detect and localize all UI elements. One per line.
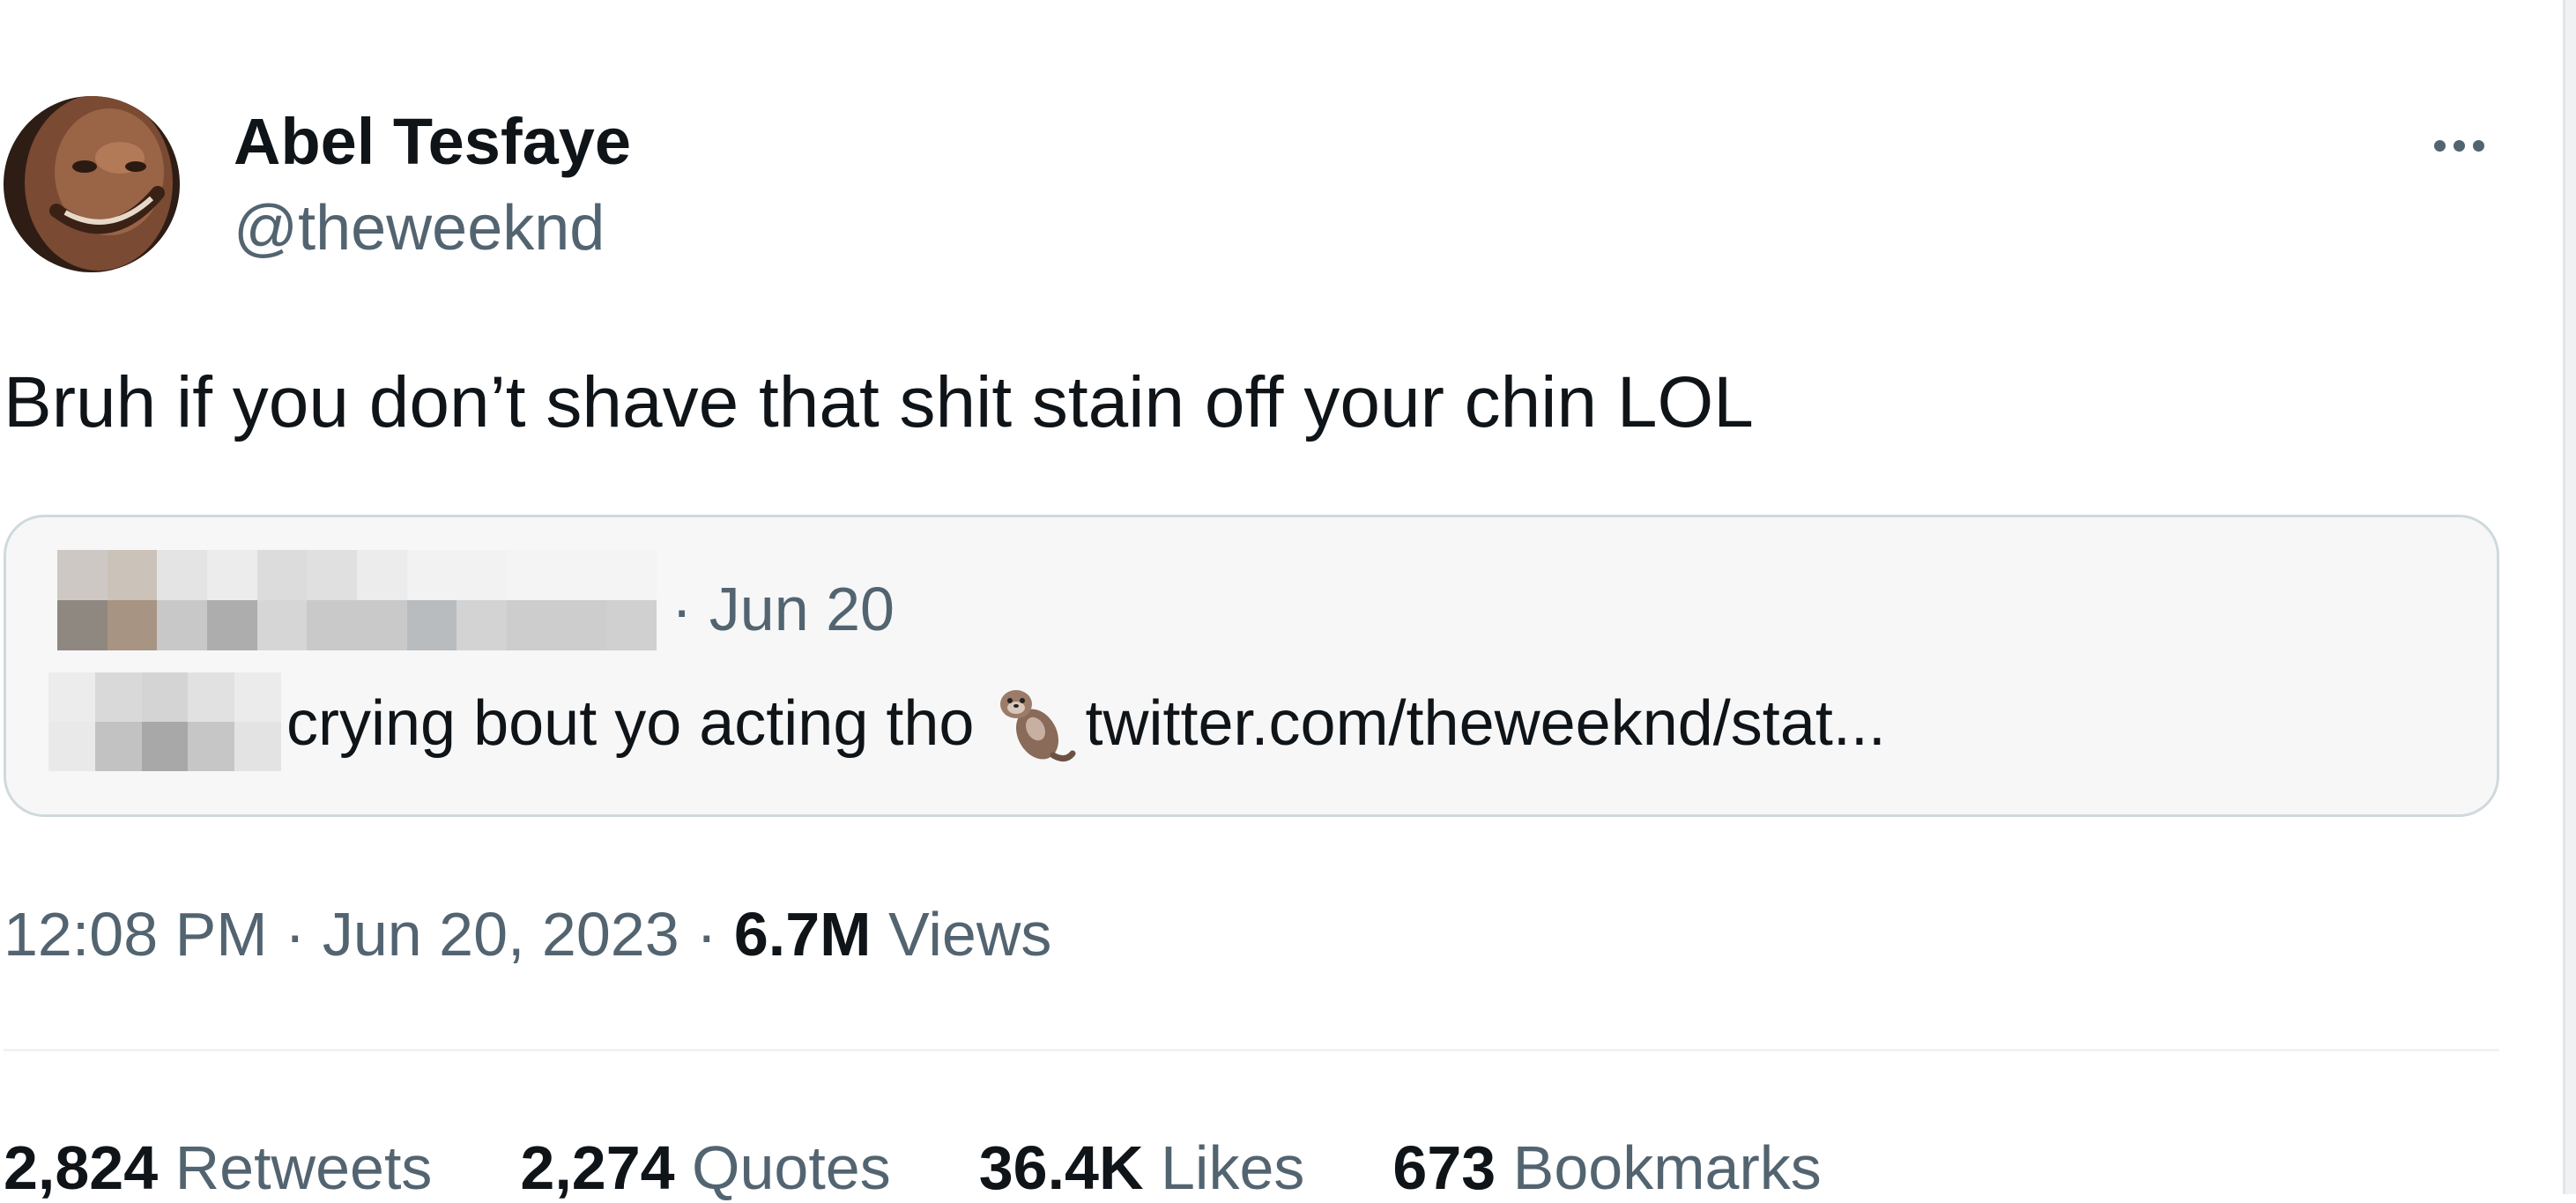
author-handle[interactable]: @theweeknd [234,192,605,264]
redacted-mention [48,672,281,771]
quoted-tweet-body: crying bout yo acting tho [286,688,975,759]
views-count: 6.7M [733,900,872,969]
divider [4,1049,2499,1051]
more-options-button[interactable] [2419,115,2498,176]
retweets-count: 2,824 [4,1133,159,1202]
quoted-tweet-link[interactable]: twitter.com/theweeknd/stat... [1085,687,1885,760]
quoted-tweet-date[interactable]: · Jun 20 [672,574,895,644]
stat-likes[interactable]: 36.4K Likes [979,1132,1305,1203]
avatar[interactable] [4,96,180,272]
stat-bookmarks[interactable]: 673 Bookmarks [1392,1132,1821,1203]
author-display-name[interactable]: Abel Tesfaye [234,104,631,179]
more-dot-icon [2453,139,2465,152]
meta-separator: · [267,900,323,969]
likes-count: 36.4K [978,1133,1144,1202]
likes-label: Likes [1161,1133,1305,1202]
quoted-tweet-text: crying bout yo acting tho twitter.com/th… [286,679,1886,768]
engagement-stats: 2,824 Retweets 2,274 Quotes 36.4K Likes … [4,1132,1910,1203]
views-label: Views [887,900,1052,969]
retweets-label: Retweets [174,1133,433,1202]
otter-icon [991,679,1076,768]
tweet-text: Bruh if you don’t shave that shit stain … [4,362,1754,442]
more-dot-icon [2472,139,2484,152]
meta-separator: · [679,900,734,969]
bookmarks-count: 673 [1392,1133,1496,1202]
scrollbar-track[interactable] [2563,0,2576,1194]
quoted-tweet-card[interactable]: · Jun 20 crying bout yo acting tho twitt… [4,515,2499,817]
avatar-image [4,96,180,272]
tweet-date[interactable]: Jun 20, 2023 [323,900,679,969]
redacted-author-name [57,550,657,650]
bookmarks-label: Bookmarks [1512,1133,1822,1202]
quotes-label: Quotes [692,1133,891,1202]
tweet-metadata: 12:08 PM · Jun 20, 2023 · 6.7M Views [4,899,1051,969]
stat-quotes[interactable]: 2,274 Quotes [520,1132,890,1203]
more-dot-icon [2433,139,2446,152]
quotes-count: 2,274 [520,1133,675,1202]
tweet-time[interactable]: 12:08 PM [4,900,268,969]
stat-retweets[interactable]: 2,824 Retweets [4,1132,432,1203]
